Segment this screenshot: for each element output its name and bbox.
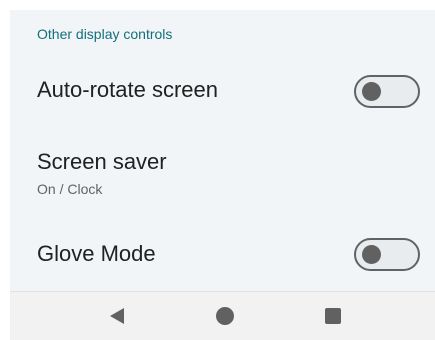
home-button[interactable] — [214, 305, 236, 327]
screen-saver-summary: On / Clock — [37, 181, 103, 197]
navigation-bar — [10, 291, 435, 340]
settings-panel: Other display controls Auto-rotate scree… — [10, 10, 435, 291]
auto-rotate-row[interactable]: Auto-rotate screen — [10, 60, 435, 122]
auto-rotate-toggle[interactable] — [354, 75, 420, 108]
glove-mode-label: Glove Mode — [37, 241, 156, 266]
recents-square-icon — [325, 308, 341, 324]
screen-saver-row[interactable]: Screen saver On / Clock — [10, 128, 435, 206]
section-header: Other display controls — [37, 26, 173, 42]
home-circle-icon — [216, 307, 234, 325]
glove-mode-row[interactable]: Glove Mode — [10, 224, 435, 286]
glove-mode-toggle[interactable] — [354, 238, 420, 271]
toggle-knob — [362, 245, 381, 264]
back-button[interactable] — [106, 305, 128, 327]
screen-saver-label: Screen saver — [37, 149, 167, 174]
auto-rotate-label: Auto-rotate screen — [37, 77, 218, 102]
toggle-knob — [362, 82, 381, 101]
back-triangle-icon — [110, 308, 124, 324]
recents-button[interactable] — [322, 305, 344, 327]
